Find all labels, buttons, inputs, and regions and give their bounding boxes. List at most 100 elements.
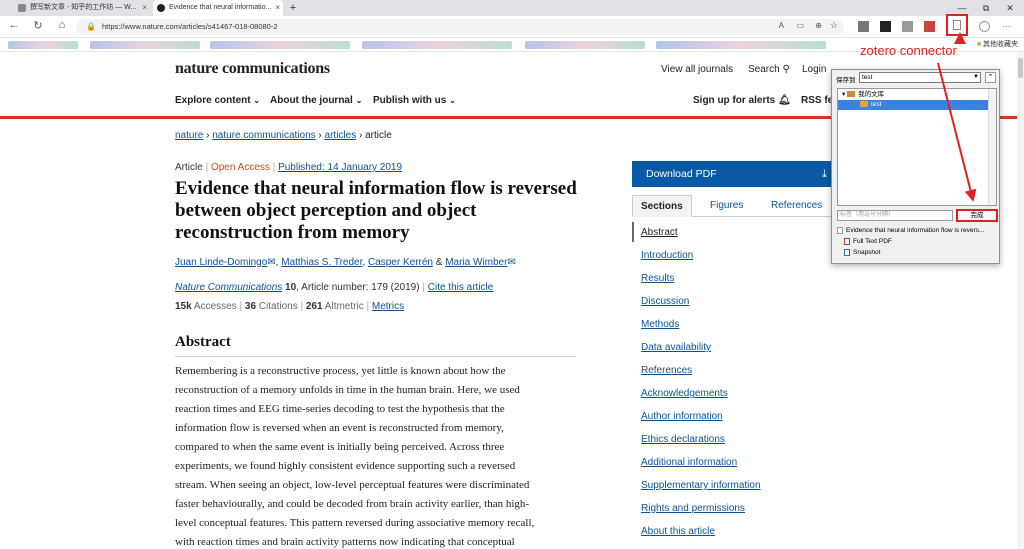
bookmark-item[interactable] bbox=[8, 41, 78, 49]
tab-sections[interactable]: Sections bbox=[632, 195, 692, 217]
nav-publish-with-us[interactable]: Publish with us ⌄ bbox=[373, 95, 456, 106]
other-bookmarks[interactable]: ■ 其他收藏夹 bbox=[977, 39, 1018, 51]
tree-item-test[interactable]: test bbox=[838, 100, 988, 110]
bookmark-item[interactable] bbox=[525, 41, 645, 49]
section-link[interactable]: Discussion bbox=[641, 296, 689, 307]
author-link[interactable]: Matthias S. Treder bbox=[281, 257, 362, 268]
extension-icon[interactable] bbox=[902, 21, 913, 32]
close-tab-icon[interactable]: × bbox=[275, 0, 280, 16]
section-link[interactable]: Ethics declarations bbox=[641, 434, 725, 445]
refresh-icon[interactable]: ↻ bbox=[30, 19, 46, 32]
email-icon[interactable]: ✉ bbox=[267, 257, 275, 268]
metrics-link[interactable]: Metrics bbox=[372, 301, 404, 312]
published-date[interactable]: Published: 14 January 2019 bbox=[278, 162, 402, 173]
section-link[interactable]: Abstract bbox=[641, 227, 678, 238]
view-all-journals-link[interactable]: View all journals bbox=[661, 64, 733, 75]
chevron-down-icon: ⌄ bbox=[253, 96, 261, 105]
active-section-indicator bbox=[632, 222, 634, 242]
back-icon[interactable]: ← bbox=[6, 19, 22, 31]
search-label: Search bbox=[748, 64, 780, 75]
nav-label: Publish with us bbox=[373, 95, 447, 106]
tab-figures[interactable]: Figures bbox=[710, 195, 743, 217]
section-link[interactable]: About this article bbox=[641, 526, 715, 537]
page-scrollbar[interactable] bbox=[1017, 52, 1024, 549]
scrollbar-thumb[interactable] bbox=[1018, 58, 1023, 78]
section-link[interactable]: Introduction bbox=[641, 250, 693, 261]
section-link[interactable]: References bbox=[641, 365, 692, 376]
tab-references[interactable]: References bbox=[771, 195, 822, 217]
cite-article-link[interactable]: Cite this article bbox=[428, 282, 494, 293]
home-icon[interactable]: ⌂ bbox=[54, 19, 70, 31]
author-link[interactable]: Maria Wimber bbox=[445, 257, 507, 268]
tree-scrollbar[interactable] bbox=[988, 89, 996, 205]
breadcrumb-articles[interactable]: articles bbox=[325, 130, 357, 141]
login-link[interactable]: Login bbox=[802, 64, 826, 75]
tags-input[interactable]: 标签（用逗号分隔） bbox=[837, 210, 953, 221]
section-link[interactable]: Methods bbox=[641, 319, 679, 330]
address-bar[interactable]: 🔒 https://www.nature.com/articles/s41467… bbox=[76, 19, 844, 35]
maximize-button[interactable]: ⧉ bbox=[976, 0, 996, 16]
bookmark-item[interactable] bbox=[210, 41, 350, 49]
done-button[interactable]: 完成 bbox=[956, 209, 998, 222]
nav-label: Explore content bbox=[175, 95, 251, 106]
collapse-tree-button[interactable]: ⌃ bbox=[985, 72, 996, 83]
browser-tab-active[interactable]: Evidence that neural informatio... × bbox=[153, 0, 283, 16]
search-link[interactable]: Search ⚲ bbox=[748, 64, 790, 75]
download-pdf-button[interactable]: Download PDF ⤓ bbox=[632, 161, 833, 187]
more-menu-icon[interactable]: ··· bbox=[1001, 21, 1012, 32]
abstract-line: experiments, we found highly consistent … bbox=[175, 460, 516, 472]
author-link[interactable]: Casper Kerrén bbox=[368, 257, 433, 268]
pdf-icon bbox=[844, 238, 850, 245]
section-link[interactable]: Author information bbox=[641, 411, 723, 422]
open-access-badge: Open Access bbox=[210, 162, 270, 173]
abstract-line: faster behaviourally, and could be decod… bbox=[175, 498, 530, 510]
journal-logo[interactable]: nature communications bbox=[175, 60, 330, 78]
email-icon[interactable]: ✉ bbox=[507, 257, 515, 268]
extension-icon[interactable] bbox=[858, 21, 869, 32]
zotero-connector-icon[interactable] bbox=[946, 14, 968, 36]
signup-alerts-link[interactable]: Sign up for alerts 🔔︎ bbox=[693, 95, 791, 106]
breadcrumb-journal[interactable]: nature communications bbox=[212, 130, 315, 141]
abstract-line: stream. When seeing an object, low-level… bbox=[175, 479, 530, 491]
close-window-button[interactable]: ✕ bbox=[1000, 0, 1020, 16]
profile-icon[interactable] bbox=[979, 21, 990, 32]
author-link[interactable]: Juan Linde-Domingo bbox=[175, 257, 267, 268]
extension-icon[interactable] bbox=[924, 21, 935, 32]
favorite-star-icon[interactable]: ☆ bbox=[830, 20, 838, 31]
chevron-down-icon: ⌄ bbox=[449, 96, 456, 105]
browser-tab[interactable]: 撰写新文章 - 知乎的工作坊 — W... × bbox=[14, 0, 150, 16]
journal-link[interactable]: Nature Communications bbox=[175, 282, 282, 293]
save-item-pdf: Full Text PDF bbox=[844, 238, 892, 245]
citations-count: 36 bbox=[244, 301, 257, 312]
extension-icon[interactable] bbox=[880, 21, 891, 32]
bookmark-item[interactable] bbox=[362, 41, 512, 49]
section-link[interactable]: Results bbox=[641, 273, 674, 284]
collection-select[interactable]: test ▼ bbox=[859, 72, 981, 83]
close-tab-icon[interactable]: × bbox=[142, 0, 147, 16]
new-tab-button[interactable]: + bbox=[283, 0, 303, 16]
nav-explore-content[interactable]: Explore content ⌄ bbox=[175, 95, 260, 106]
tree-item-library[interactable]: ▾ 我的文库 bbox=[838, 90, 988, 100]
section-link[interactable]: Additional information bbox=[641, 457, 737, 468]
download-icon: ⤓ bbox=[822, 168, 827, 180]
other-bookmarks-label: 其他收藏夹 bbox=[983, 41, 1018, 48]
section-link[interactable]: Data availability bbox=[641, 342, 711, 353]
translate-icon[interactable]: ⊕ bbox=[815, 21, 822, 30]
rss-feed-link[interactable]: RSS fe bbox=[801, 95, 833, 106]
bookmark-item[interactable] bbox=[90, 41, 200, 49]
bookmark-item[interactable] bbox=[656, 41, 826, 49]
address-toolbar: ← ↻ ⌂ 🔒 https://www.nature.com/articles/… bbox=[0, 16, 1024, 38]
save-item-label: Snapshot bbox=[853, 249, 881, 257]
collection-tree: ▾ 我的文库 test bbox=[837, 88, 997, 206]
section-link[interactable]: Acknowledgements bbox=[641, 388, 728, 399]
section-link[interactable]: Supplementary information bbox=[641, 480, 761, 491]
tab-favicon-icon bbox=[157, 4, 165, 12]
reader-view-icon[interactable]: ▭ bbox=[796, 21, 804, 30]
abstract-line: with reaction times and brain activity p… bbox=[175, 536, 515, 548]
breadcrumb-nature[interactable]: nature bbox=[175, 130, 203, 141]
read-aloud-icon[interactable]: A bbox=[779, 21, 784, 30]
section-link[interactable]: Rights and permissions bbox=[641, 503, 745, 514]
chevron-down-icon: ⌄ bbox=[355, 96, 363, 105]
nav-about-journal[interactable]: About the journal ⌄ bbox=[270, 95, 362, 106]
abstract-line: reconstruction of a memory unfolds in ti… bbox=[175, 384, 520, 396]
